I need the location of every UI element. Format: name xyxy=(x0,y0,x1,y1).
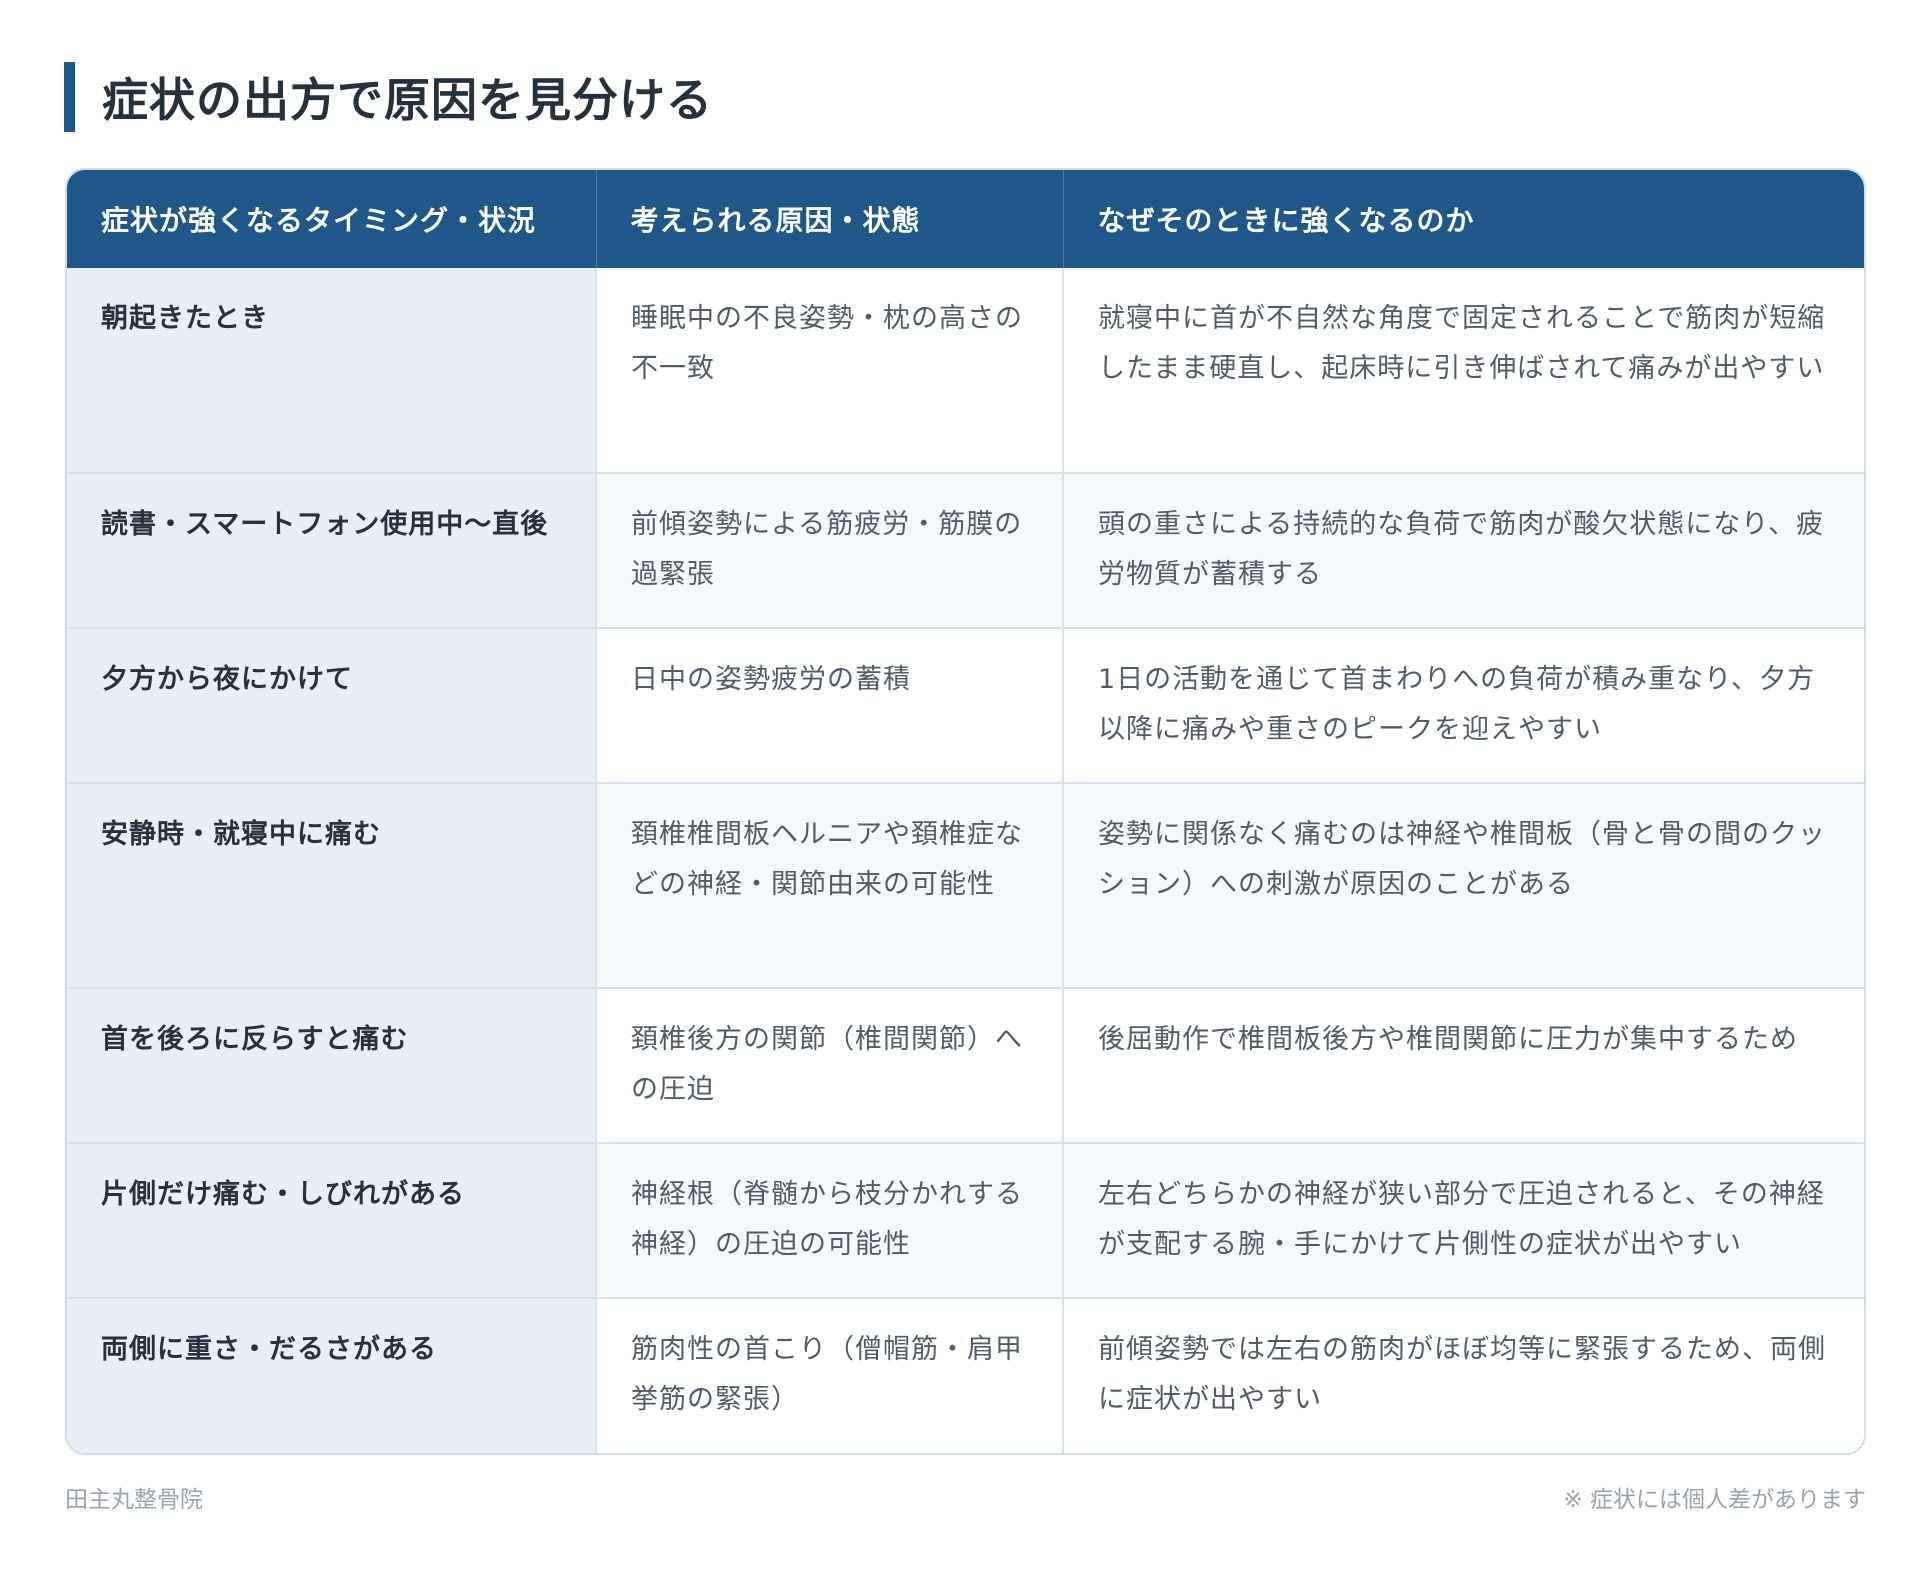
cell-cause: 前傾姿勢による筋疲労・筋膜の過緊張 xyxy=(596,472,1064,628)
table-row: 朝起きたとき 睡眠中の不良姿勢・枕の高さの不一致 就寝中に首が不自然な角度で固定… xyxy=(67,268,1864,473)
header-cause: 考えられる原因・状態 xyxy=(596,170,1064,268)
table-header: 症状が強くなるタイミング・状況 考えられる原因・状態 なぜそのときに強くなるのか xyxy=(67,170,1864,268)
cell-reason: 就寝中に首が不自然な角度で固定されることで筋肉が短縮したまま硬直し、起床時に引き… xyxy=(1063,268,1864,473)
title-accent-bar xyxy=(64,62,75,132)
cell-cause: 頚椎後方の関節（椎間関節）への圧迫 xyxy=(596,987,1064,1143)
symptom-table-grid: 症状が強くなるタイミング・状況 考えられる原因・状態 なぜそのときに強くなるのか… xyxy=(67,170,1864,1453)
page-title-text: 症状の出方で原因を見分ける xyxy=(102,73,713,127)
table-row: 読書・スマートフォン使用中〜直後 前傾姿勢による筋疲労・筋膜の過緊張 頭の重さに… xyxy=(67,472,1864,628)
clinic-name: 田主丸整骨院 xyxy=(65,1487,203,1513)
cell-reason: 前傾姿勢では左右の筋肉がほぼ均等に緊張するため、両側に症状が出やすい xyxy=(1063,1297,1864,1453)
cell-cause: 頚椎椎間板ヘルニアや頚椎症などの神経・関節由来の可能性 xyxy=(596,782,1064,988)
table-body: 朝起きたとき 睡眠中の不良姿勢・枕の高さの不一致 就寝中に首が不自然な角度で固定… xyxy=(67,268,1864,1453)
cell-reason: 頭の重さによる持続的な負荷で筋肉が酸欠状態になり、疲労物質が蓄積する xyxy=(1063,472,1864,628)
cell-condition: 読書・スマートフォン使用中〜直後 xyxy=(67,472,597,628)
cell-condition: 両側に重さ・だるさがある xyxy=(67,1297,597,1453)
table-row: 両側に重さ・だるさがある 筋肉性の首こり（僧帽筋・肩甲挙筋の緊張） 前傾姿勢では… xyxy=(67,1297,1864,1453)
header-reason: なぜそのときに強くなるのか xyxy=(1063,170,1864,268)
cell-cause: 筋肉性の首こり（僧帽筋・肩甲挙筋の緊張） xyxy=(596,1297,1064,1453)
table-row: 安静時・就寝中に痛む 頚椎椎間板ヘルニアや頚椎症などの神経・関節由来の可能性 姿… xyxy=(67,782,1864,988)
cell-reason: 後屈動作で椎間板後方や椎間関節に圧力が集中するため xyxy=(1063,987,1864,1143)
cell-cause: 日中の姿勢疲労の蓄積 xyxy=(596,627,1064,783)
cell-condition: 朝起きたとき xyxy=(67,268,597,473)
table-header-row: 症状が強くなるタイミング・状況 考えられる原因・状態 なぜそのときに強くなるのか xyxy=(67,170,1864,268)
cell-condition: 安静時・就寝中に痛む xyxy=(67,782,597,988)
table-row: 首を後ろに反らすと痛む 頚椎後方の関節（椎間関節）への圧迫 後屈動作で椎間板後方… xyxy=(67,987,1864,1143)
cell-cause: 睡眠中の不良姿勢・枕の高さの不一致 xyxy=(596,268,1064,473)
cell-condition: 片側だけ痛む・しびれがある xyxy=(67,1142,597,1298)
cell-condition: 夕方から夜にかけて xyxy=(67,627,597,783)
footer-note: ※ 症状には個人差があります xyxy=(1563,1487,1866,1513)
cell-reason: 姿勢に関係なく痛むのは神経や椎間板（骨と骨の間のクッション）への刺激が原因のこと… xyxy=(1063,782,1864,988)
table-row: 片側だけ痛む・しびれがある 神経根（脊髄から枝分かれする神経）の圧迫の可能性 左… xyxy=(67,1142,1864,1298)
cell-cause: 神経根（脊髄から枝分かれする神経）の圧迫の可能性 xyxy=(596,1142,1064,1298)
symptom-table: 症状が強くなるタイミング・状況 考えられる原因・状態 なぜそのときに強くなるのか… xyxy=(65,168,1866,1455)
cell-reason: 左右どちらかの神経が狭い部分で圧迫されると、その神経が支配する腕・手にかけて片側… xyxy=(1063,1142,1864,1298)
cell-reason: 1日の活動を通じて首まわりへの負荷が積み重なり、夕方以降に痛みや重さのピークを迎… xyxy=(1063,627,1864,783)
cell-condition: 首を後ろに反らすと痛む xyxy=(67,987,597,1143)
header-condition: 症状が強くなるタイミング・状況 xyxy=(67,170,597,268)
page-title: 症状の出方で原因を見分ける xyxy=(64,62,713,132)
table-row: 夕方から夜にかけて 日中の姿勢疲労の蓄積 1日の活動を通じて首まわりへの負荷が積… xyxy=(67,627,1864,783)
